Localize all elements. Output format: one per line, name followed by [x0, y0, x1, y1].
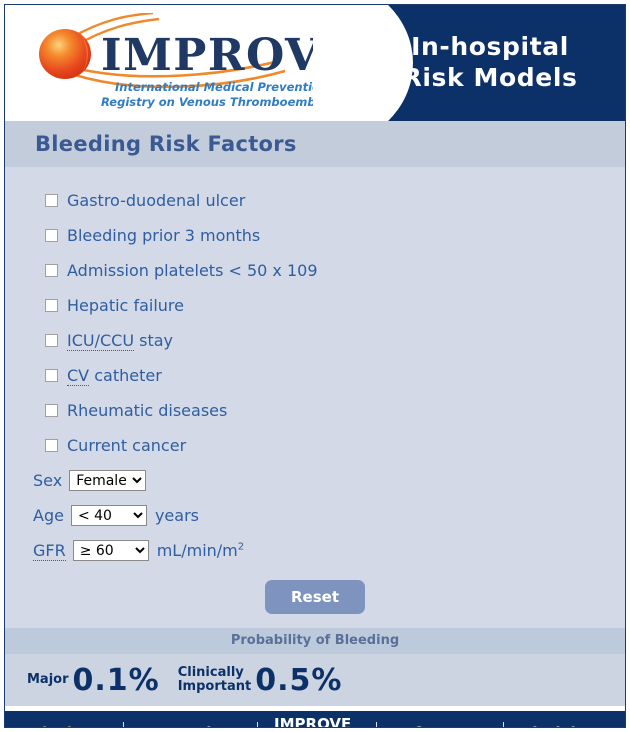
checkbox-icu-ccu-stay[interactable]	[45, 334, 58, 347]
reset-button[interactable]: Reset	[265, 580, 365, 614]
checkbox-rheumatic-diseases[interactable]	[45, 404, 58, 417]
nav-divider	[503, 722, 504, 727]
gfr-select[interactable]: ≥ 60 30 - 59 < 30	[72, 540, 149, 561]
nav-divider	[122, 722, 124, 727]
age-label: Age	[33, 506, 64, 525]
risk-factor-row[interactable]: CV catheter	[5, 358, 625, 393]
risk-factor-label: Admission platelets < 50 x 109	[67, 261, 318, 280]
risk-factor-row[interactable]: Gastro-duodenal ulcer	[5, 183, 625, 218]
result-major: Major 0.1%	[27, 663, 160, 698]
age-unit-label: years	[154, 506, 199, 525]
section-title: Bleeding Risk Factors	[35, 132, 297, 156]
form-body: Gastro-duodenal ulcer Bleeding prior 3 m…	[5, 167, 625, 628]
probability-results: Major 0.1% Clinically Important 0.5%	[5, 654, 625, 706]
risk-factor-label: Bleeding prior 3 months	[67, 226, 261, 245]
age-row: Age < 40 40 - 84 ≥ 85 years	[5, 498, 625, 533]
sex-row: Sex Female Male	[5, 463, 625, 498]
logo-tagline-line2: Registry on Venous Thromboembolism	[101, 95, 313, 109]
page-title: In-hospital Risk Models	[402, 32, 578, 92]
risk-factor-row[interactable]: ICU/CCU stay	[5, 323, 625, 358]
risk-factor-row[interactable]: Rheumatic diseases	[5, 393, 625, 428]
sex-label: Sex	[33, 471, 63, 490]
nav-link-disclaimer[interactable]: Disclaimer	[504, 724, 625, 727]
app-frame: IMPROVE International Medical Prevention…	[4, 4, 626, 728]
risk-factor-label: CV catheter	[67, 366, 162, 386]
checkbox-gastro-duodenal-ulcer[interactable]	[45, 194, 58, 207]
checkbox-bleeding-prior-3-months[interactable]	[45, 229, 58, 242]
nav-link-calculator[interactable]: Calculator	[5, 724, 123, 727]
app-header: IMPROVE International Medical Prevention…	[5, 5, 625, 121]
checkbox-current-cancer[interactable]	[45, 439, 58, 452]
result-value: 0.5%	[255, 662, 343, 698]
nav-divider	[257, 722, 259, 727]
section-header: Bleeding Risk Factors	[5, 121, 625, 167]
result-label: Major	[27, 672, 69, 687]
age-select[interactable]: < 40 40 - 84 ≥ 85	[70, 505, 147, 526]
nav-link-improve-info[interactable]: IMPROVE Info	[258, 715, 376, 727]
risk-factor-row[interactable]: Admission platelets < 50 x 109	[5, 253, 625, 288]
checkbox-cv-catheter[interactable]	[45, 369, 58, 382]
nav-divider	[375, 722, 377, 727]
nav-link-references[interactable]: References	[377, 724, 504, 727]
gfr-row: GFR ≥ 60 30 - 59 < 30 mL/min/m2	[5, 533, 625, 568]
risk-factor-label: Current cancer	[67, 436, 187, 455]
gfr-unit-text: mL/min/m	[156, 541, 238, 560]
logo-wordmark: IMPROVE	[101, 30, 313, 81]
sex-select[interactable]: Female Male	[69, 470, 147, 491]
result-label: Clinically Important	[177, 665, 252, 694]
risk-factor-row[interactable]: Hepatic failure	[5, 288, 625, 323]
probability-band-title: Probability of Bleeding	[5, 628, 625, 654]
result-value: 0.1%	[72, 662, 160, 698]
risk-factor-label: Hepatic failure	[67, 296, 184, 315]
calculator-page: IMPROVE International Medical Prevention…	[0, 0, 630, 732]
nav-link-instructions[interactable]: Instructions	[124, 724, 258, 727]
checkbox-admission-platelets[interactable]	[45, 264, 58, 277]
logo-tagline-line1: International Medical Prevention	[115, 80, 313, 94]
result-clinically-important: Clinically Important 0.5%	[178, 663, 343, 698]
footer-nav: Calculator Instructions IMPROVE Info Ref…	[5, 711, 625, 727]
risk-factor-row[interactable]: Current cancer	[5, 428, 625, 463]
risk-factor-row[interactable]: Bleeding prior 3 months	[5, 218, 625, 253]
reset-row: Reset	[5, 568, 625, 628]
risk-factor-label: Gastro-duodenal ulcer	[67, 191, 246, 210]
checkbox-hepatic-failure[interactable]	[45, 299, 58, 312]
abbr-cv[interactable]: CV	[67, 366, 90, 386]
improve-logo: IMPROVE International Medical Prevention…	[33, 13, 313, 115]
abbr-icu-ccu[interactable]: ICU/CCU	[67, 331, 135, 351]
gfr-unit-label: mL/min/m2	[157, 541, 244, 560]
gfr-unit-exponent: 2	[237, 541, 245, 553]
risk-factor-label: Rheumatic diseases	[67, 401, 228, 420]
gfr-label[interactable]: GFR	[33, 541, 66, 561]
risk-factor-label: ICU/CCU stay	[67, 331, 174, 351]
